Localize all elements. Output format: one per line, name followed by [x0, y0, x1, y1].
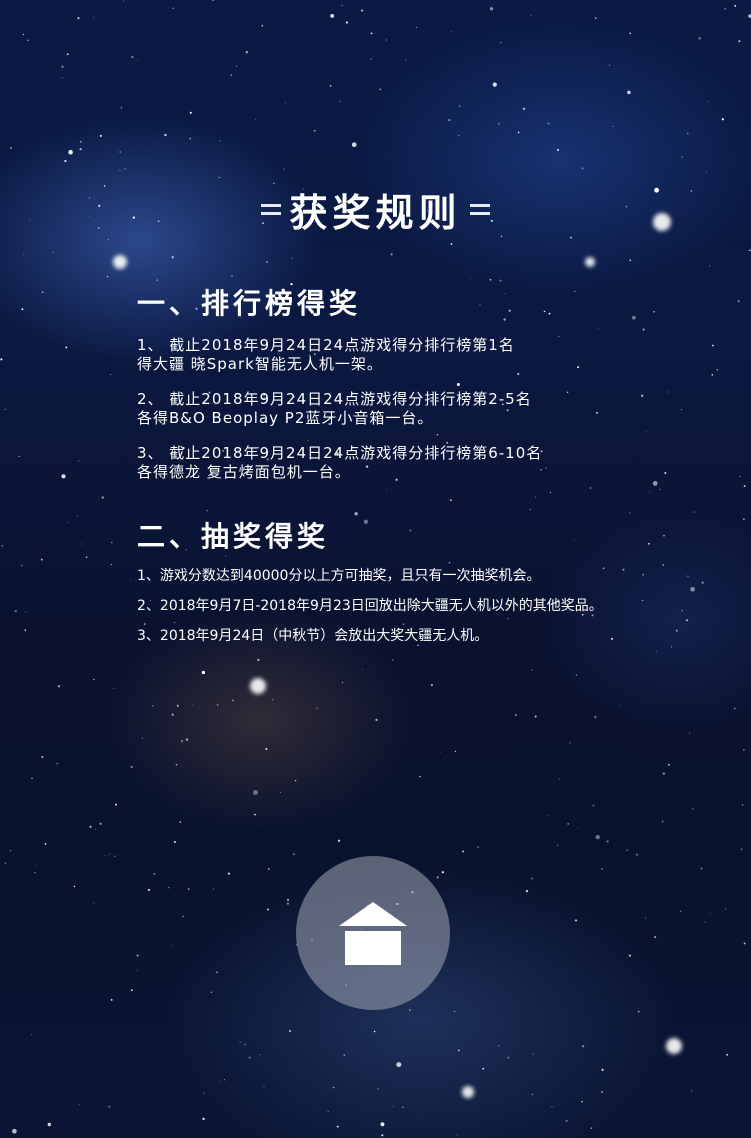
- rank-prize-section: 一、排行榜得奖 1、 截止2018年9月24日24点游戏得分排行榜第1名 得大疆…: [137, 282, 697, 498]
- lottery-rule-1: 1、游戏分数达到40000分以上方可抽奖，且只有一次抽奖机会。: [137, 568, 541, 584]
- home-button[interactable]: [296, 856, 450, 1010]
- rank-section-heading: 一、排行榜得奖: [137, 287, 362, 320]
- lottery-rule-3: 3、2018年9月24日（中秋节）会放出大奖大疆无人机。: [137, 628, 489, 644]
- page-header: 获奖规则: [0, 182, 751, 237]
- rank-rule-1: 1、 截止2018年9月24日24点游戏得分排行榜第1名 得大疆 晓Spark智…: [137, 336, 697, 374]
- rank-rule-1-line2: 得大疆 晓Spark智能无人机一架。: [137, 355, 383, 373]
- rank-rule-3-line1: 3、 截止2018年9月24日24点游戏得分排行榜第6-10名: [137, 444, 543, 462]
- rank-rule-3-line2: 各得德龙 复古烤面包机一台。: [137, 463, 351, 481]
- rank-rule-3: 3、 截止2018年9月24日24点游戏得分排行榜第6-10名 各得德龙 复古烤…: [137, 444, 697, 482]
- rank-rule-2-line1: 2、 截止2018年9月24日24点游戏得分排行榜第2-5名: [137, 390, 532, 408]
- rank-rule-2-line2: 各得B&O Beoplay P2蓝牙小音箱一台。: [137, 409, 434, 427]
- rank-rule-2: 2、 截止2018年9月24日24点游戏得分排行榜第2-5名 各得B&O Beo…: [137, 390, 697, 428]
- lottery-section-heading: 二、抽奖得奖: [137, 520, 330, 553]
- rules-page: 获奖规则 一、排行榜得奖 1、 截止2018年9月24日24点游戏得分排行榜第1…: [0, 0, 751, 1138]
- home-icon: [339, 902, 407, 965]
- lottery-rule-2: 2、2018年9月7日-2018年9月23日回放出除大疆无人机以外的其他奖品。: [137, 598, 603, 614]
- rank-rule-1-line1: 1、 截止2018年9月24日24点游戏得分排行榜第1名: [137, 336, 515, 354]
- title-left-decoration: [261, 204, 282, 215]
- page-title: 获奖规则: [289, 191, 462, 235]
- title-right-decoration: [469, 204, 490, 215]
- lottery-prize-section: 二、抽奖得奖 1、游戏分数达到40000分以上方可抽奖，且只有一次抽奖机会。 2…: [137, 515, 697, 657]
